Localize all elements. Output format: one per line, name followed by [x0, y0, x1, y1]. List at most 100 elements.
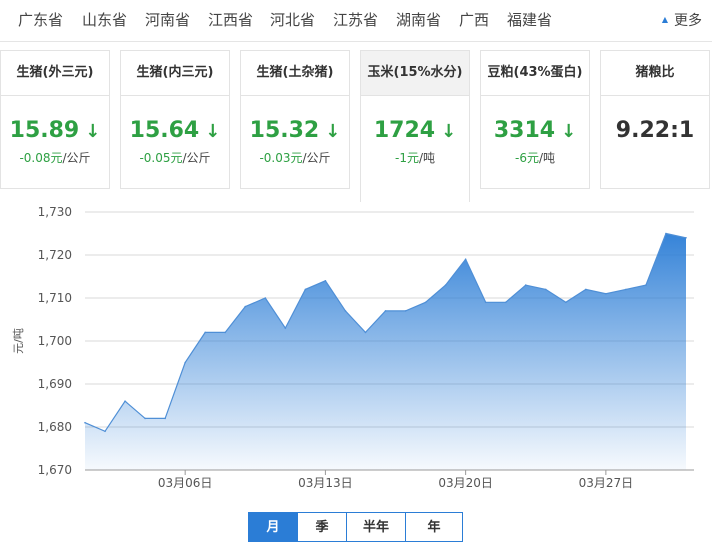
change-unit: /吨 — [538, 151, 555, 165]
price-value: 15.89 — [9, 118, 80, 143]
data-point — [224, 331, 227, 334]
province-tabs: 广东省 山东省 河南省 江西省 河北省 江苏省 湖南省 广西 福建省 — [0, 0, 712, 42]
x-tick-label: 03月13日 — [298, 476, 353, 490]
data-point — [665, 232, 667, 235]
card-price: 15.64 ↓ — [121, 118, 229, 143]
price-chart-svg: 1,670 1,680 1,690 1,700 1,710 1,720 1,730 元/吨 03… — [12, 205, 694, 490]
data-point — [344, 310, 347, 312]
y-tick-label: 1,730 — [38, 205, 72, 219]
x-tick-label: 03月20日 — [438, 476, 493, 490]
data-point — [605, 292, 607, 295]
y-tick-label: 1,690 — [38, 377, 72, 391]
province-tab[interactable]: 湖南省 — [396, 9, 441, 30]
arrow-down-icon: ↓ — [441, 121, 457, 142]
price-card[interactable]: 玉米(15%水分) 1724 ↓ -1元/吨 — [360, 50, 470, 202]
arrow-down-icon: ↓ — [205, 121, 221, 142]
change-value: -0.05元 — [139, 151, 183, 165]
arrow-down-icon: ↓ — [85, 121, 101, 142]
data-point — [565, 301, 567, 304]
card-price: 3314 ↓ — [481, 118, 589, 143]
period-button[interactable]: 半年 — [346, 512, 406, 542]
province-tab[interactable]: 广东省 — [18, 9, 63, 30]
y-tick-label: 1,670 — [38, 463, 72, 477]
province-tab[interactable]: 江西省 — [208, 9, 253, 30]
data-point — [204, 331, 206, 334]
y-tick-label: 1,720 — [38, 248, 72, 262]
change-value: -6元 — [514, 151, 539, 165]
card-change: -0.05元/公斤 — [121, 149, 229, 166]
data-point — [384, 310, 387, 312]
data-point — [284, 327, 287, 329]
data-point — [304, 288, 307, 291]
price-card[interactable]: 生猪(内三元) 15.64 ↓ -0.05元/公斤 — [120, 50, 230, 189]
province-tab[interactable]: 山东省 — [82, 9, 127, 30]
triangle-up-icon: ▲ — [661, 15, 668, 24]
card-title: 玉米(15%水分) — [361, 51, 469, 96]
data-point — [404, 310, 407, 312]
data-point — [625, 288, 627, 291]
price-value: 15.32 — [249, 118, 320, 143]
arrow-down-icon: ↓ — [325, 121, 341, 142]
province-tab[interactable]: 福建省 — [507, 9, 552, 30]
card-title: 猪粮比 — [601, 51, 709, 96]
price-chart: 1,670 1,680 1,690 1,700 1,710 1,720 1,730 元/吨 03… — [0, 198, 712, 500]
province-tab[interactable]: 江苏省 — [333, 9, 378, 30]
price-card[interactable]: 生猪(土杂猪) 15.32 ↓ -0.03元/公斤 — [240, 50, 350, 189]
change-unit: /公斤 — [62, 151, 91, 165]
y-tick-label: 1,680 — [38, 420, 72, 434]
data-point — [444, 284, 447, 286]
card-price: 15.32 ↓ — [241, 118, 349, 143]
card-ratio: 9.22:1 — [615, 118, 695, 143]
data-point — [264, 297, 267, 299]
price-value: 1724 — [373, 118, 436, 143]
x-tick-label: 03月27日 — [579, 476, 634, 490]
price-card[interactable]: 猪粮比 9.22:1 — [600, 50, 710, 189]
price-card[interactable]: 豆粕(43%蛋白) 3314 ↓ -6元/吨 — [480, 50, 590, 189]
y-tick-label: 1,700 — [38, 334, 72, 348]
province-tab[interactable]: 广西 — [459, 9, 489, 30]
data-point — [484, 301, 487, 304]
card-price: 15.89 ↓ — [1, 118, 109, 143]
change-value: -1元 — [394, 151, 419, 165]
card-change: -0.08元/公斤 — [1, 149, 109, 166]
data-point — [504, 301, 507, 304]
data-point — [524, 284, 527, 286]
data-point — [585, 288, 587, 291]
period-button[interactable]: 月 — [248, 512, 298, 542]
change-unit: /公斤 — [182, 151, 211, 165]
data-point — [144, 417, 146, 420]
data-point — [464, 258, 467, 261]
card-change: -6元/吨 — [481, 149, 589, 166]
data-point — [424, 301, 427, 304]
data-point — [124, 400, 126, 402]
y-tick-label: 1,710 — [38, 291, 72, 305]
province-tab[interactable]: 河北省 — [270, 9, 315, 30]
change-unit: /公斤 — [302, 151, 331, 165]
x-tick-label: 03月06日 — [158, 476, 213, 490]
price-value: 3314 — [493, 118, 556, 143]
data-point — [544, 288, 547, 291]
data-point — [104, 430, 106, 433]
card-change: -1元/吨 — [361, 149, 469, 166]
data-point — [645, 284, 647, 286]
data-point — [184, 361, 186, 364]
province-tab[interactable]: 河南省 — [145, 9, 190, 30]
data-point — [244, 305, 247, 308]
change-value: -0.03元 — [259, 151, 303, 165]
price-value: 15.64 — [129, 118, 200, 143]
period-button[interactable]: 年 — [405, 512, 463, 542]
change-unit: /吨 — [418, 151, 435, 165]
card-change: -0.03元/公斤 — [241, 149, 349, 166]
data-point — [164, 417, 166, 420]
period-button[interactable]: 季 — [297, 512, 347, 542]
change-value: -0.08元 — [19, 151, 63, 165]
card-price: 1724 ↓ — [361, 118, 469, 143]
arrow-down-icon: ↓ — [561, 121, 577, 142]
more-link[interactable]: ▲ 更多 — [662, 10, 702, 30]
card-title: 生猪(土杂猪) — [241, 51, 349, 96]
data-point — [324, 280, 327, 282]
series-area — [85, 233, 686, 470]
price-card[interactable]: 生猪(外三元) 15.89 ↓ -0.08元/公斤 — [0, 50, 110, 189]
data-point — [364, 331, 367, 334]
card-title: 豆粕(43%蛋白) — [481, 51, 589, 96]
